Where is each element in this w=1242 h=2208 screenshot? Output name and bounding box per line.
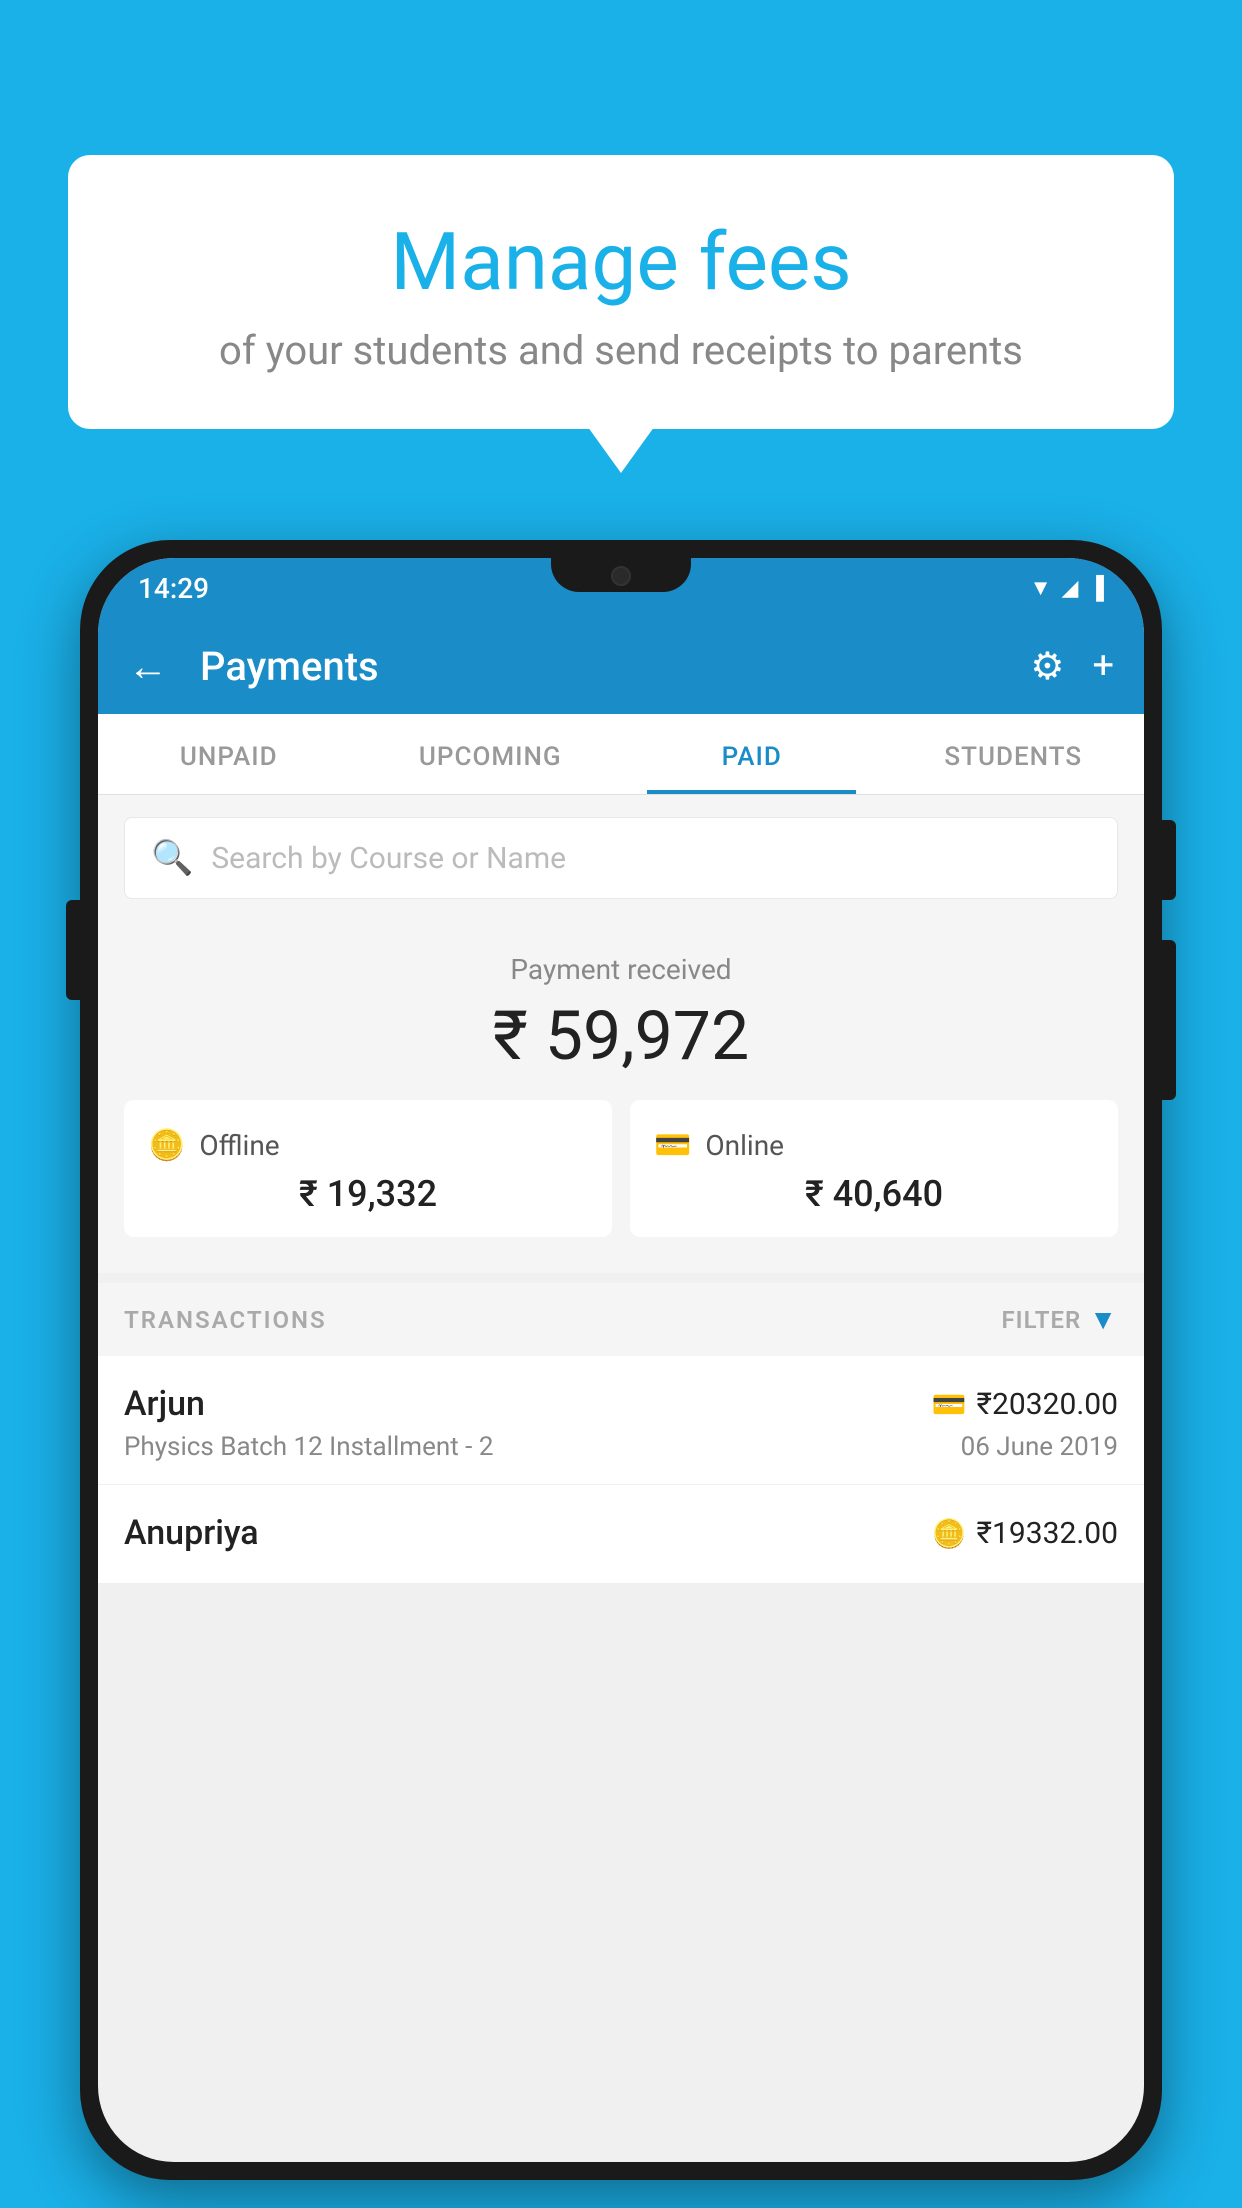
transactions-header: TRANSACTIONS FILTER ▼	[98, 1283, 1144, 1356]
online-label: Online	[705, 1129, 784, 1162]
transaction-amount-wrap: 💳 ₹20320.00	[932, 1387, 1118, 1422]
offline-card: 🪙 Offline ₹ 19,332	[124, 1100, 612, 1237]
payment-received-label: Payment received	[124, 953, 1118, 986]
offline-payment-icon: 🪙	[932, 1517, 967, 1550]
status-icons: ▼ ◢ ▐	[1030, 575, 1104, 601]
transaction-date: 06 June 2019	[961, 1432, 1118, 1462]
transaction-amount: ₹20320.00	[977, 1387, 1118, 1422]
offline-icon: 🪙	[148, 1128, 185, 1163]
battery-icon: ▐	[1088, 575, 1104, 601]
phone-screen: 14:29 ▼ ◢ ▐ ← Payments ⚙ + UNPAID UPCOMI…	[98, 558, 1144, 2162]
payment-cards: 🪙 Offline ₹ 19,332 💳 Online ₹ 40,640	[124, 1100, 1118, 1247]
table-row[interactable]: Arjun 💳 ₹20320.00 Physics Batch 12 Insta…	[98, 1356, 1144, 1485]
transaction-name: Anupriya	[124, 1513, 259, 1553]
search-bar-container: 🔍 Search by Course or Name	[98, 795, 1144, 921]
offline-label: Offline	[199, 1129, 279, 1162]
filter-label: FILTER	[1001, 1306, 1081, 1334]
filter-button[interactable]: FILTER ▼	[1001, 1303, 1118, 1336]
app-bar-actions: ⚙ +	[1030, 644, 1114, 689]
payment-summary: Payment received ₹ 59,972 🪙 Offline ₹ 19…	[98, 921, 1144, 1273]
online-amount: ₹ 40,640	[654, 1173, 1094, 1215]
offline-amount: ₹ 19,332	[148, 1173, 588, 1215]
notch	[551, 558, 691, 592]
tab-students[interactable]: STUDENTS	[883, 714, 1145, 794]
transactions-label: TRANSACTIONS	[124, 1306, 327, 1334]
bubble-subtitle: of your students and send receipts to pa…	[108, 327, 1134, 374]
volume-button	[66, 900, 80, 1000]
online-card: 💳 Online ₹ 40,640	[630, 1100, 1118, 1237]
status-bar: 14:29 ▼ ◢ ▐	[98, 558, 1144, 618]
app-bar: ← Payments ⚙ +	[98, 618, 1144, 714]
settings-icon[interactable]: ⚙	[1030, 644, 1064, 689]
transaction-list: Arjun 💳 ₹20320.00 Physics Batch 12 Insta…	[98, 1356, 1144, 1584]
volume-down-button	[1162, 940, 1176, 1100]
add-icon[interactable]: +	[1092, 644, 1114, 688]
online-payment-icon: 💳	[932, 1388, 967, 1421]
payment-total-amount: ₹ 59,972	[124, 996, 1118, 1076]
transaction-amount-wrap: 🪙 ₹19332.00	[932, 1516, 1118, 1551]
transaction-name: Arjun	[124, 1384, 205, 1424]
speech-bubble: Manage fees of your students and send re…	[68, 155, 1174, 429]
bubble-title: Manage fees	[108, 215, 1134, 309]
camera	[611, 566, 631, 586]
search-input-wrap[interactable]: 🔍 Search by Course or Name	[124, 817, 1118, 899]
wifi-icon: ▼	[1030, 575, 1052, 601]
tab-unpaid[interactable]: UNPAID	[98, 714, 360, 794]
tab-paid[interactable]: PAID	[621, 714, 883, 794]
page-title: Payments	[200, 643, 1006, 690]
transaction-amount: ₹19332.00	[977, 1516, 1118, 1551]
online-icon: 💳	[654, 1128, 691, 1163]
power-button	[1162, 820, 1176, 900]
signal-icon: ◢	[1061, 576, 1078, 601]
search-placeholder: Search by Course or Name	[211, 841, 566, 876]
tab-upcoming[interactable]: UPCOMING	[360, 714, 622, 794]
status-time: 14:29	[138, 572, 209, 605]
tab-bar: UNPAID UPCOMING PAID STUDENTS	[98, 714, 1144, 795]
filter-icon: ▼	[1089, 1303, 1118, 1336]
transaction-course: Physics Batch 12 Installment - 2	[124, 1432, 493, 1462]
phone-frame: 14:29 ▼ ◢ ▐ ← Payments ⚙ + UNPAID UPCOMI…	[80, 540, 1162, 2180]
search-icon: 🔍	[151, 838, 193, 878]
table-row[interactable]: Anupriya 🪙 ₹19332.00	[98, 1485, 1144, 1584]
back-button[interactable]: ←	[128, 643, 168, 690]
